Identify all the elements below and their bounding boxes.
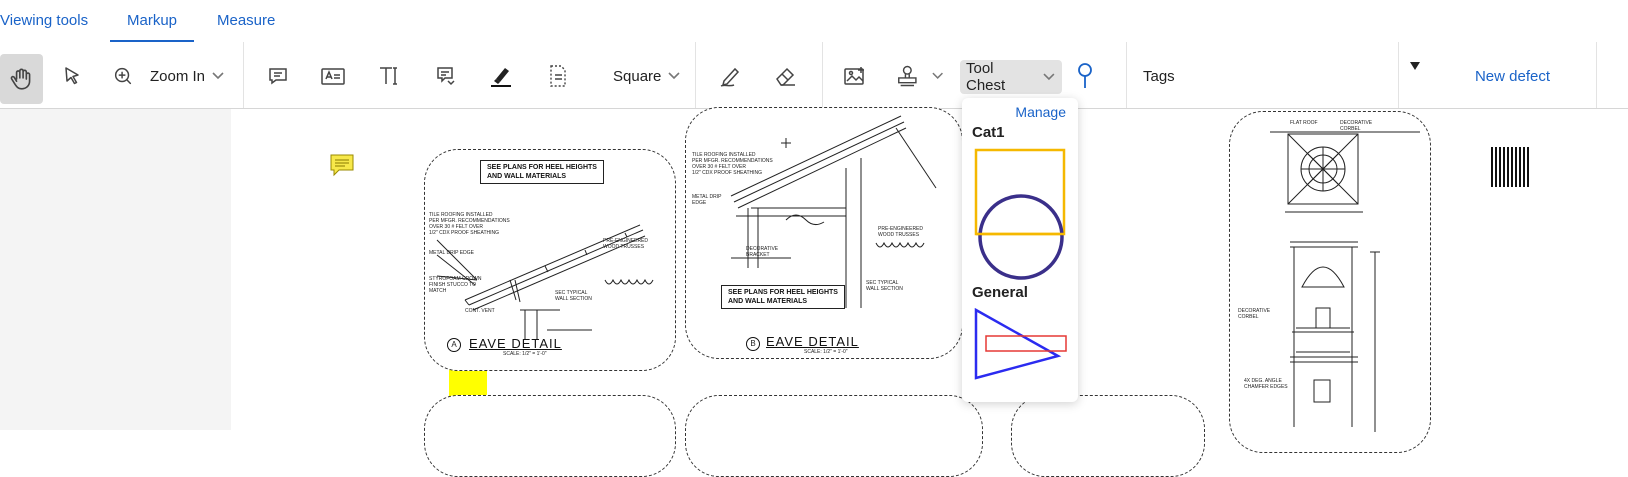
detail-a-title: EAVE DETAIL	[469, 336, 562, 351]
tab-measure[interactable]: Measure	[217, 0, 275, 42]
new-defect-label: New defect	[1474, 67, 1551, 85]
annotation-text: METAL DRIP EDGE	[429, 250, 474, 256]
tags-label: Tags	[1143, 67, 1175, 85]
annotation-text: STYROFOAM CROWN FINISH STUCCO TO MATCH	[429, 276, 482, 294]
shape-dropdown[interactable]: Square	[613, 54, 688, 98]
drawing-sheet: SEE PLANS FOR HEEL HEIGHTS AND WALL MATE…	[231, 107, 1628, 477]
document-canvas[interactable]: SEE PLANS FOR HEEL HEIGHTS AND WALL MATE…	[0, 107, 1628, 477]
annotation-text: PRE-ENGINEERED WOOD TRUSSES	[603, 238, 649, 250]
zoom-in-dropdown[interactable]: Zoom In	[112, 54, 227, 98]
stamp-dropdown[interactable]	[894, 54, 944, 98]
annotation-text: TILE ROOFING INSTALLED PER MFGR. RECOMMEN…	[692, 152, 773, 176]
annotation-text: CONT. VENT	[465, 308, 495, 314]
location-pin-icon	[1078, 63, 1092, 88]
image-icon	[844, 67, 864, 85]
shape-label: Square	[613, 67, 662, 85]
eraser-icon	[776, 67, 795, 86]
tool-chest-dropdown[interactable]: Tool Chest	[960, 60, 1062, 94]
tags-field[interactable]: Tags	[1143, 54, 1203, 98]
pen-button[interactable]	[716, 54, 746, 98]
image-button[interactable]	[840, 54, 870, 98]
tab-viewing-tools[interactable]: Viewing tools	[0, 0, 88, 42]
callout-button[interactable]	[430, 54, 460, 98]
highlighter-button[interactable]	[486, 54, 516, 98]
annotation-text: TILE ROOFING INSTALLED PER MFGR. RECOMMEN…	[429, 212, 510, 236]
callout-icon	[437, 67, 455, 86]
comment-icon	[269, 68, 287, 85]
chevron-down-icon	[668, 72, 680, 80]
detail-b-scale: SCALE: 1/2" = 1'-0"	[804, 349, 848, 355]
select-button[interactable]	[55, 54, 91, 98]
tool-category-general: General	[972, 284, 1028, 301]
detail-a-marker: A	[447, 338, 461, 352]
annotation-text: 4X DEG. ANGLE CHAMFER EDGES	[1244, 378, 1288, 390]
lower-detail-3	[1011, 395, 1205, 477]
toolbar-divider	[695, 42, 696, 108]
zoom-in-icon	[114, 67, 132, 85]
chevron-down-icon	[212, 72, 224, 80]
location-pin-button[interactable]	[1075, 54, 1095, 98]
eave-detail-a: SEE PLANS FOR HEEL HEIGHTS AND WALL MATE…	[424, 149, 676, 371]
pen-icon	[720, 67, 740, 87]
select-arrow-icon	[65, 67, 79, 85]
tab-markup[interactable]: Markup	[110, 0, 195, 42]
detail-b-title: EAVE DETAIL	[766, 334, 859, 349]
cat1-tool-preset[interactable]	[974, 148, 1068, 280]
annotation-text: SEC TYPICAL WALL SECTION	[555, 290, 592, 302]
stamp-area-button[interactable]	[543, 54, 573, 98]
text-tool-button[interactable]	[374, 54, 404, 98]
annotation-text: PRE-ENGINEERED WOOD TRUSSES	[878, 226, 924, 238]
lower-detail-2	[685, 395, 983, 477]
detail-a-scale: SCALE: 1/2" = 1'-0"	[503, 351, 547, 357]
pan-hand-button[interactable]	[0, 54, 43, 104]
toolbar-divider	[1596, 42, 1597, 108]
text-tool-icon	[380, 67, 397, 85]
toolbar-divider	[822, 42, 823, 108]
sticky-note-icon[interactable]	[329, 153, 355, 177]
comment-button[interactable]	[263, 54, 293, 98]
annotation-text: METAL DRIP EDGE	[692, 194, 722, 206]
general-tool-preset[interactable]	[974, 308, 1068, 380]
stamp-icon	[898, 65, 917, 87]
stamp-area-icon	[550, 65, 566, 87]
markup-toolbar: Zoom In Square Tool Chest Tags New defec…	[0, 42, 1628, 109]
tags-dropdown-toggle[interactable]	[1405, 56, 1425, 76]
eraser-button[interactable]	[771, 54, 801, 98]
new-defect-button[interactable]: New defect	[1440, 54, 1585, 98]
chevron-down-icon	[932, 72, 943, 79]
tower-elevation-detail: FLAT ROOF DECORATIVE CORBEL DECORATIVE COR…	[1229, 111, 1431, 453]
chevron-down-icon	[1043, 73, 1055, 81]
dropdown-triangle-icon	[1410, 62, 1420, 70]
eave-section-drawing-b	[730, 115, 937, 308]
annotation-text: FLAT ROOF	[1290, 120, 1318, 126]
annotation-text: SEC TYPICAL WALL SECTION	[866, 280, 903, 292]
tool-category-cat1: Cat1	[972, 124, 1005, 141]
tool-chest-label: Tool Chest	[966, 60, 1006, 94]
text-box-button[interactable]	[318, 54, 348, 98]
annotation-text: DECORATIVE CORBEL	[1238, 308, 1271, 320]
lower-detail-1	[424, 395, 676, 477]
toolbar-divider	[1398, 42, 1399, 108]
tab-bar: Viewing tools Markup Measure	[0, 0, 1628, 42]
note-heel-heights-b: SEE PLANS FOR HEEL HEIGHTS AND WALL MATE…	[721, 285, 845, 309]
qr-code	[1491, 147, 1531, 187]
text-box-icon	[321, 68, 345, 85]
highlighter-icon	[491, 68, 511, 87]
eave-detail-b: TILE ROOFING INSTALLED PER MFGR. RECOMMEN…	[685, 107, 963, 359]
tool-chest-popup: Manage Cat1 General	[962, 98, 1078, 402]
annotation-text: DECORATIVE CORBEL	[1340, 120, 1373, 132]
toolbar-divider	[1126, 42, 1127, 108]
manage-link[interactable]: Manage	[1015, 104, 1066, 120]
eave-section-drawing-a	[436, 224, 654, 340]
toolbar-divider	[243, 42, 244, 108]
detail-b-marker: B	[746, 337, 760, 351]
zoom-in-label: Zoom In	[150, 67, 206, 85]
pan-hand-icon	[10, 68, 30, 90]
annotation-text: DECORATIVE BRACKET	[746, 246, 779, 258]
